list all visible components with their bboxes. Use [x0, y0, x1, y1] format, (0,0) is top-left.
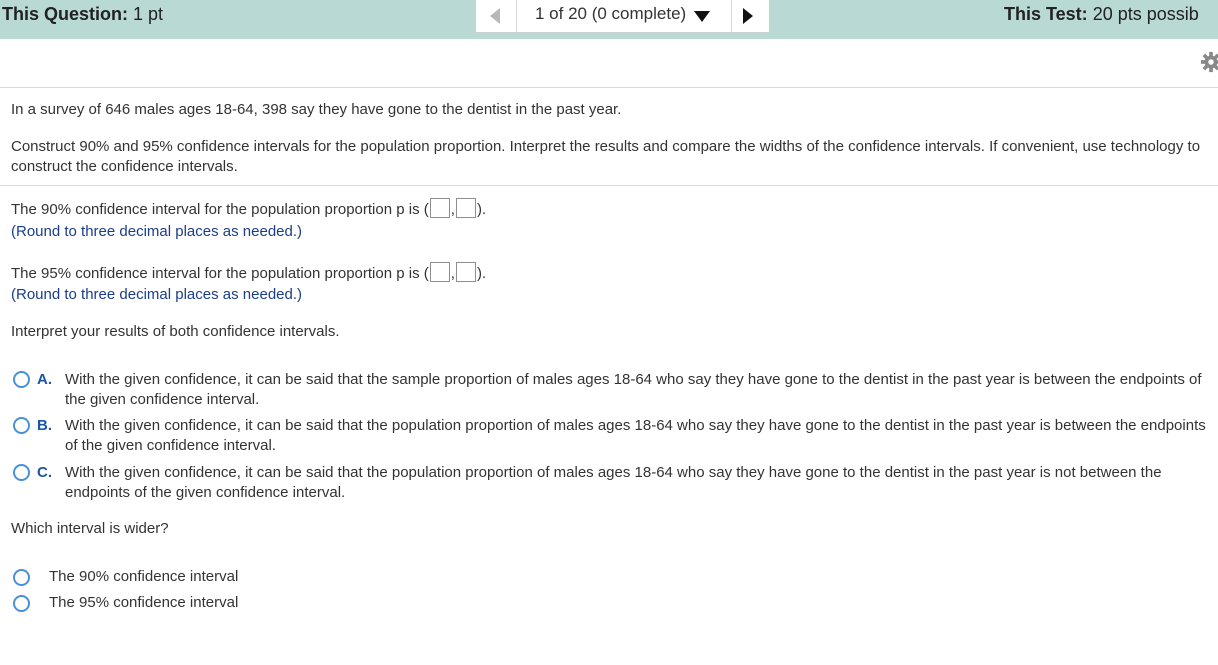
ci90-upper-input[interactable] [455, 198, 476, 218]
ci90-rounding-hint: (Round to three decimal places as needed… [11, 223, 303, 240]
test-points: This Test: 20 pts possib [1004, 4, 1199, 25]
question-points: This Question: 1 pt [2, 4, 163, 25]
option-letter: A. [37, 371, 52, 388]
question-points-label: This Question: [2, 4, 128, 24]
ci95-suffix: ). [476, 265, 487, 282]
ci95-prefix: The 95% confidence interval for the popu… [11, 265, 429, 282]
divider [0, 185, 1218, 186]
ci90-statement: The 90% confidence interval for the popu… [11, 198, 486, 220]
next-arrow-icon [743, 8, 753, 24]
wider-prompt: Which interval is wider? [11, 520, 169, 537]
ci95-separator: , [450, 265, 455, 282]
option-text: With the given confidence, it can be sai… [65, 417, 1206, 454]
question-points-value: 1 pt [133, 4, 164, 24]
question-selector-dropdown[interactable]: 1 of 20 (0 complete) [516, 0, 732, 32]
question-header-bar: This Question: 1 pt 1 of 20 (0 complete)… [0, 0, 1218, 39]
ci90-prefix: The 90% confidence interval for the popu… [11, 201, 429, 218]
ci90-suffix: ). [476, 201, 487, 218]
question-progress-text: 1 of 20 (0 complete) [535, 4, 687, 23]
option-text: With the given confidence, it can be sai… [65, 371, 1202, 408]
ci90-lower-input[interactable] [429, 198, 450, 218]
radio-button[interactable] [13, 417, 30, 434]
ci95-lower-input[interactable] [429, 262, 450, 282]
ci95-statement: The 95% confidence interval for the popu… [11, 262, 486, 284]
option-text: With the given confidence, it can be sai… [65, 464, 1162, 501]
radio-button[interactable] [13, 569, 30, 586]
ci95-rounding-hint: (Round to three decimal places as needed… [11, 286, 303, 303]
radio-button[interactable] [13, 595, 30, 612]
divider [0, 87, 1218, 88]
prev-arrow-icon [490, 8, 500, 24]
option-text: The 95% confidence interval [49, 594, 239, 611]
option-letter: B. [37, 417, 52, 434]
next-question-button[interactable] [731, 0, 769, 32]
question-navigator: 1 of 20 (0 complete) [475, 0, 770, 33]
interpret-prompt: Interpret your results of both confidenc… [11, 323, 340, 340]
dropdown-caret-icon [694, 11, 710, 22]
option-text: The 90% confidence interval [49, 568, 239, 585]
test-points-label: This Test: [1004, 4, 1088, 24]
ci90-separator: , [450, 201, 455, 218]
radio-button[interactable] [13, 464, 30, 481]
problem-intro: In a survey of 646 males ages 18-64, 398… [11, 101, 622, 118]
ci95-upper-input[interactable] [455, 262, 476, 282]
previous-question-button[interactable] [476, 0, 516, 32]
test-points-value: 20 pts possib [1092, 4, 1199, 24]
gear-icon[interactable] [1200, 51, 1218, 73]
problem-instructions: Construct 90% and 95% confidence interva… [11, 138, 1201, 175]
option-letter: C. [37, 464, 52, 481]
radio-button[interactable] [13, 371, 30, 388]
